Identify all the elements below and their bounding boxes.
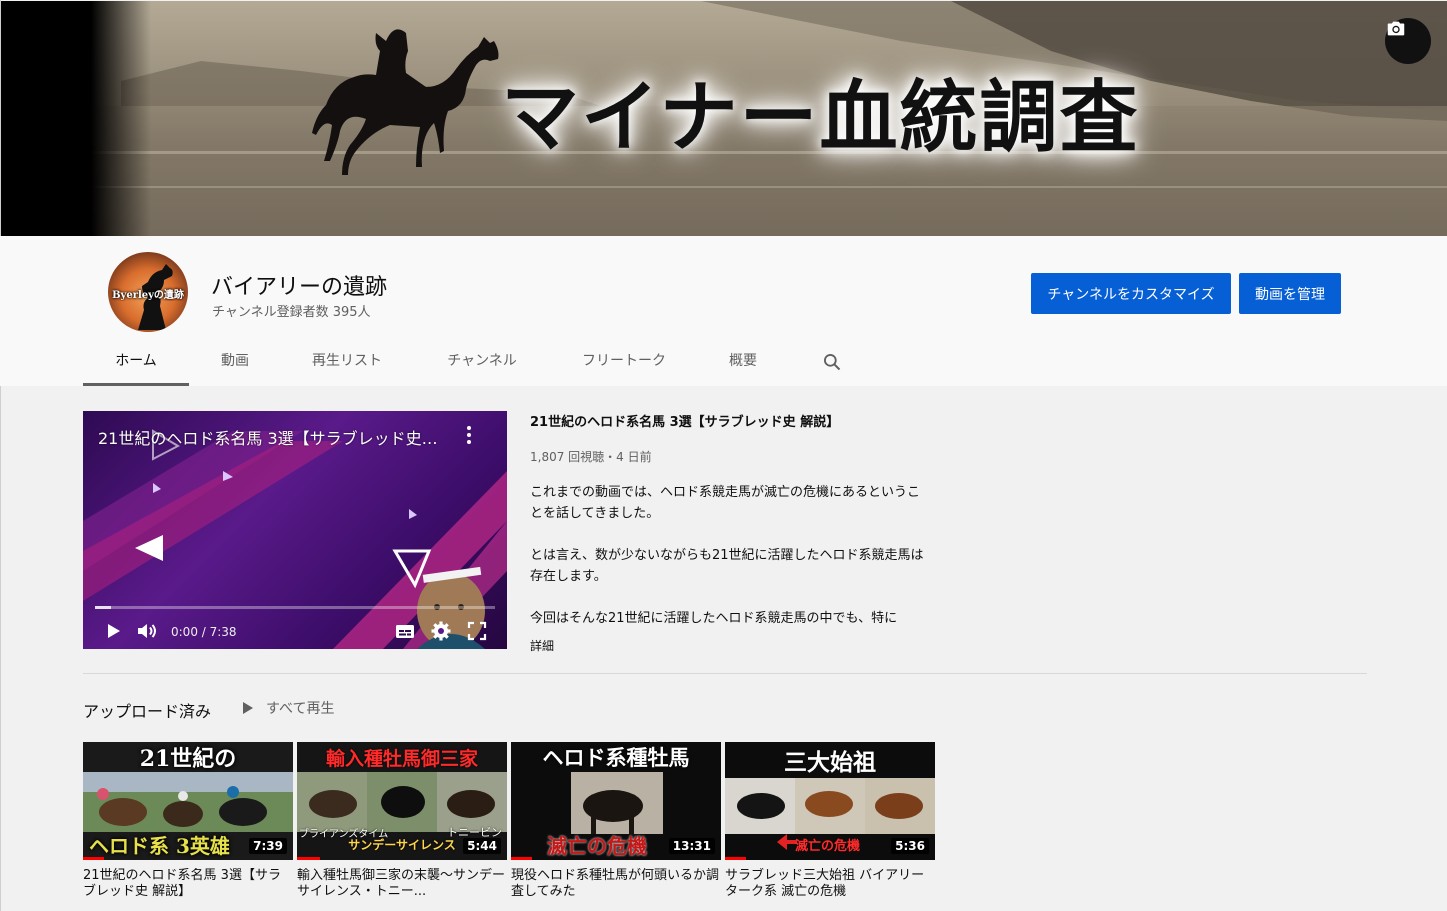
video-title[interactable]: 21世紀のヘロド系名馬 3選【サラブレッド史 解説】: [83, 868, 293, 900]
video-title[interactable]: サラブレッド三大始祖 バイアリーターク系 滅亡の危機: [725, 868, 935, 900]
progress-fill: [95, 606, 111, 609]
edit-banner-button[interactable]: [1385, 18, 1431, 64]
uploads-section-title[interactable]: アップロード済み: [83, 698, 211, 722]
thumbnail-top-text: 三大始祖: [784, 749, 876, 776]
video-thumbnail[interactable]: 輸入種牡馬御三家 ブライアンズタイム トニービン サンデーサイレンス 5:44: [297, 742, 507, 860]
player-title[interactable]: 21世紀のヘロド系名馬 3選【サラブレッド史 解説】: [98, 425, 438, 449]
watched-progress: [83, 857, 104, 860]
description-paragraph: とは言え、数が少ないながらも21世紀に活躍したヘロド系競走馬は存在します。: [530, 548, 924, 584]
thumbnail-top-text: 輸入種牡馬御三家: [325, 747, 478, 770]
manage-videos-button[interactable]: 動画を管理: [1239, 273, 1341, 314]
video-title[interactable]: 現役ヘロド系種牡馬が何頭いるか調査してみた: [511, 868, 721, 900]
fullscreen-icon[interactable]: [465, 619, 489, 643]
settings-gear-icon[interactable]: [429, 619, 453, 643]
tab-videos[interactable]: 動画: [199, 336, 271, 384]
tab-channels[interactable]: チャンネル: [433, 336, 531, 384]
video-thumbnail[interactable]: 三大始祖 滅亡の危機 5:36: [725, 742, 935, 860]
video-card[interactable]: 輸入種牡馬御三家 ブライアンズタイム トニービン サンデーサイレンス 5:44 …: [297, 742, 507, 900]
watched-progress: [511, 857, 532, 860]
video-card[interactable]: ヘロド系種牡馬 滅亡の危機 13:31 現役ヘロド系種牡馬が何頭いるか調査してみ…: [511, 742, 721, 900]
play-all-label: すべて再生: [266, 701, 335, 717]
channel-banner: マイナー血統調査: [1, 1, 1447, 236]
thumbnail-top-text: ヘロド系種牡馬: [542, 745, 690, 770]
customize-channel-button[interactable]: チャンネルをカスタマイズ: [1031, 273, 1231, 314]
channel-name: バイアリーの遺跡: [211, 275, 388, 300]
thumbnail-top-text: 21世紀の: [139, 746, 237, 772]
search-icon[interactable]: [822, 352, 842, 372]
video-thumbnail[interactable]: ヘロド系種牡馬 滅亡の危機 13:31: [511, 742, 721, 860]
subscriber-count: チャンネル登録者数 395人: [212, 305, 371, 320]
banner-title: マイナー血統調査: [501, 73, 1140, 163]
featured-video-meta: 1,807 回視聴・4 日前: [530, 450, 652, 464]
video-title[interactable]: 輸入種牡馬御三家の末襲〜サンデーサイレンス・トニー...: [297, 868, 507, 900]
camera-icon: [1387, 21, 1405, 36]
description-paragraph: これまでの動画では、ヘロド系競走馬が滅亡の危機にあるということを話してきました。: [530, 485, 921, 521]
tab-free-talk[interactable]: フリートーク: [569, 336, 679, 384]
video-card[interactable]: 21世紀の ヘロド系 3英雄 7:39 21世紀のヘロド系名馬 3選【サラブレッ…: [83, 742, 293, 900]
section-divider: [83, 673, 1367, 674]
watched-progress: [297, 857, 321, 860]
channel-avatar[interactable]: Byerleyの遺跡: [108, 252, 188, 332]
video-duration: 7:39: [249, 838, 287, 854]
progress-bar[interactable]: [95, 606, 495, 609]
avatar-text: Byerleyの遺跡: [112, 290, 184, 301]
featured-video-player[interactable]: 21世紀のヘロド系名馬 3選【サラブレッド史 解説】 0:00 / 7:38: [83, 411, 507, 649]
play-icon[interactable]: [101, 619, 125, 643]
featured-video-title[interactable]: 21世紀のヘロド系名馬 3選【サラブレッド史 解説】: [530, 411, 930, 430]
video-duration: 13:31: [668, 838, 715, 854]
tab-home[interactable]: ホーム: [83, 336, 189, 386]
video-duration: 5:36: [891, 838, 929, 854]
tab-about[interactable]: 概要: [709, 336, 777, 384]
video-card[interactable]: 三大始祖 滅亡の危機 5:36 サラブレッド三大始祖 バイアリーターク系 滅亡の…: [725, 742, 935, 900]
featured-video-info: 21世紀のヘロド系名馬 3選【サラブレッド史 解説】 1,807 回視聴・4 日…: [530, 411, 930, 654]
play-all-button[interactable]: すべて再生: [242, 699, 334, 717]
description-paragraph: 今回はそんな21世紀に活躍したヘロド系競走馬の中でも、特に: [530, 611, 898, 626]
read-more-link[interactable]: 詳細: [530, 637, 930, 654]
player-time: 0:00 / 7:38: [171, 625, 237, 639]
more-vert-icon[interactable]: [463, 425, 475, 445]
video-duration: 5:44: [463, 838, 501, 854]
volume-icon[interactable]: [135, 619, 159, 643]
video-thumbnail[interactable]: 21世紀の ヘロド系 3英雄 7:39: [83, 742, 293, 860]
featured-video-description: これまでの動画では、ヘロド系競走馬が滅亡の危機にあるということを話してきました。…: [530, 482, 930, 629]
channel-header: Byerleyの遺跡 バイアリーの遺跡 チャンネル登録者数 395人 チャンネル…: [0, 236, 1447, 386]
play-icon: [243, 702, 253, 714]
subtitles-icon[interactable]: [393, 619, 417, 643]
watched-progress: [725, 857, 746, 860]
tab-playlists[interactable]: 再生リスト: [299, 336, 395, 384]
